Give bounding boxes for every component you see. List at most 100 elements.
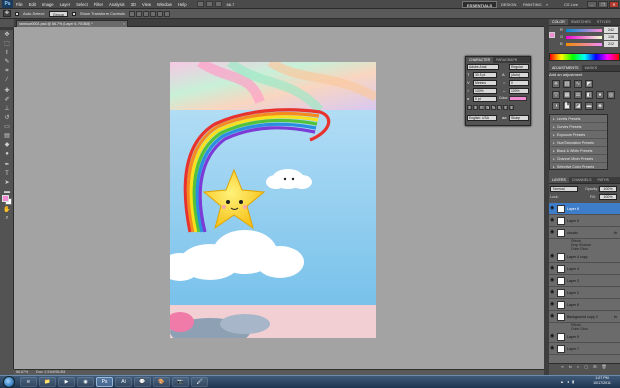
hue-saturation-icon[interactable]: ▦ <box>563 91 571 99</box>
preset-item[interactable]: ▸ Hue/Saturation Presets <box>551 140 607 147</box>
layer-row[interactable]: ◉ Layer 9 <box>549 331 620 343</box>
blur-tool-icon[interactable]: ◆ <box>2 141 12 149</box>
small-caps-button[interactable]: Tt <box>485 105 490 110</box>
posterize-icon[interactable]: ▙ <box>563 102 571 110</box>
strikethrough-button[interactable]: T <box>509 105 514 110</box>
align-bottom-icon[interactable] <box>143 10 150 17</box>
tracking-input[interactable]: 0 <box>509 80 529 86</box>
bridge-icon[interactable] <box>196 1 204 7</box>
type-tool-icon[interactable]: T <box>2 170 12 178</box>
preset-item[interactable]: ▸ Levels Presets <box>551 116 607 123</box>
menu-window[interactable]: Window <box>157 2 172 7</box>
layer-row[interactable]: ◉ Layer 7 <box>549 343 620 355</box>
taskbar-app-button[interactable]: 📷 <box>172 377 189 387</box>
foreground-color-swatch[interactable] <box>2 195 9 202</box>
layer-row[interactable]: ◉ Background copy 2 fx <box>549 311 620 323</box>
visibility-eye-icon[interactable]: ◉ <box>550 266 555 271</box>
color-slider-track[interactable] <box>566 29 602 32</box>
lasso-tool-icon[interactable]: ℓ <box>2 49 12 57</box>
color-slider-track[interactable] <box>566 36 602 39</box>
vibrance-icon[interactable]: ▽ <box>552 91 560 99</box>
leading-input[interactable]: (Auto) <box>509 72 529 78</box>
selective-color-icon[interactable]: ◈ <box>596 102 604 110</box>
visibility-eye-icon[interactable]: ◉ <box>550 206 555 211</box>
transform-controls-checkbox[interactable] <box>71 11 76 16</box>
faux-italic-button[interactable]: T <box>473 105 478 110</box>
workspace-essentials-button[interactable]: ESSENTIALS <box>462 1 498 8</box>
subscript-button[interactable]: T₁ <box>497 105 502 110</box>
font-size-input[interactable]: 30.5 pt <box>473 72 497 78</box>
adjustments-panel-tab-adjustments[interactable]: ADJUSTMENTS <box>549 65 582 71</box>
taskbar-app-button[interactable]: 📁 <box>39 377 56 387</box>
menu-layer[interactable]: Layer <box>60 2 70 7</box>
levels-icon[interactable]: ▥ <box>563 80 571 88</box>
layer-row[interactable]: ◉ Layer 4 copy <box>549 251 620 263</box>
visibility-eye-icon[interactable]: ◉ <box>550 346 555 351</box>
layer-row[interactable]: ◉ Layer 3 <box>549 275 620 287</box>
align-middle-icon[interactable] <box>136 10 143 17</box>
start-button[interactable] <box>3 376 15 388</box>
taskbar-app-button[interactable]: e <box>20 377 37 387</box>
superscript-button[interactable]: T¹ <box>491 105 496 110</box>
menu-analysis[interactable]: Analysis <box>109 2 125 7</box>
curves-icon[interactable]: ∿ <box>574 80 582 88</box>
workspace-more-button[interactable]: » <box>542 1 552 8</box>
color-value-input[interactable]: 212 <box>604 41 618 47</box>
view-extras-icon[interactable] <box>214 1 222 7</box>
taskbar-app-button[interactable]: ▶ <box>58 377 75 387</box>
healing-brush-tool-icon[interactable]: ✚ <box>2 87 12 95</box>
taskbar-app-button[interactable]: 💬 <box>134 377 151 387</box>
eraser-tool-icon[interactable]: ▭ <box>2 123 12 131</box>
expand-triangle-icon[interactable]: ▸ <box>553 125 555 129</box>
preset-item[interactable]: ▸ Channel Mixer Presets <box>551 156 607 163</box>
menu-filter[interactable]: Filter <box>94 2 103 7</box>
align-center-icon[interactable] <box>157 10 164 17</box>
layers-panel-tab-layers[interactable]: LAYERS <box>549 177 569 183</box>
character-panel-tab-character[interactable]: CHARACTER <box>466 57 494 63</box>
cs-live-button[interactable]: CS Live <box>560 1 582 8</box>
gradient-map-icon[interactable]: ▬ <box>585 102 593 110</box>
layers-footer-button[interactable]: fx <box>569 364 572 369</box>
vertical-scale-input[interactable]: 100% <box>473 88 497 94</box>
taskbar-app-button[interactable]: 🎨 <box>153 377 170 387</box>
color-panel-tab-swatches[interactable]: SWATCHES <box>568 19 594 25</box>
document-canvas[interactable] <box>170 62 376 338</box>
color-spectrum-ramp[interactable] <box>549 53 620 61</box>
history-brush-tool-icon[interactable]: ↺ <box>2 114 12 122</box>
expand-triangle-icon[interactable]: ▸ <box>553 157 555 161</box>
color-panel-tab-styles[interactable]: STYLES <box>594 19 614 25</box>
color-balance-icon[interactable]: ⚖ <box>574 91 582 99</box>
taskbar-app-button[interactable]: ◉ <box>77 377 94 387</box>
invert-icon[interactable]: ◑ <box>552 102 560 110</box>
close-button[interactable]: ✕ <box>609 1 619 8</box>
layers-footer-button[interactable]: 🗑 <box>602 364 607 369</box>
expand-triangle-icon[interactable]: ▸ <box>553 165 555 169</box>
layer-row[interactable]: ◉ Layer 4 <box>549 263 620 275</box>
color-value-input[interactable]: 138 <box>604 34 618 40</box>
menu-3d[interactable]: 3D <box>131 2 136 7</box>
brightness-icon[interactable]: ☀ <box>552 80 560 88</box>
layers-panel-tab-paths[interactable]: PATHS <box>595 177 612 183</box>
color-slider-track[interactable] <box>566 43 602 46</box>
menu-help[interactable]: Help <box>178 2 187 7</box>
gradient-tool-icon[interactable]: ▤ <box>2 132 12 140</box>
move-tool-icon[interactable]: ✥ <box>2 31 12 39</box>
expand-triangle-icon[interactable]: ▸ <box>553 149 555 153</box>
all-caps-button[interactable]: TT <box>479 105 484 110</box>
faux-bold-button[interactable]: T <box>467 105 472 110</box>
quick-select-tool-icon[interactable]: ✎ <box>2 58 12 66</box>
auto-select-checkbox[interactable] <box>15 11 19 16</box>
workspace-design-button[interactable]: DESIGN <box>497 1 520 8</box>
battery-icon[interactable]: ▮ <box>572 379 574 384</box>
eyedropper-tool-icon[interactable]: ⁄ <box>2 76 12 84</box>
menu-view[interactable]: View <box>142 2 151 7</box>
expand-triangle-icon[interactable]: ▸ <box>553 133 555 137</box>
brush-tool-icon[interactable]: ✐ <box>2 96 12 104</box>
layers-footer-button[interactable]: ▢ <box>584 364 588 369</box>
baseline-shift-input[interactable]: 0 pt <box>473 96 497 102</box>
path-select-tool-icon[interactable]: ➤ <box>2 179 12 187</box>
taskbar-clock[interactable]: 1:07 PM 10/17/2011 <box>588 376 616 388</box>
adjustments-panel-tab-masks[interactable]: MASKS <box>582 65 601 71</box>
dodge-tool-icon[interactable]: ● <box>2 150 12 158</box>
visibility-eye-icon[interactable]: ◉ <box>550 254 555 259</box>
